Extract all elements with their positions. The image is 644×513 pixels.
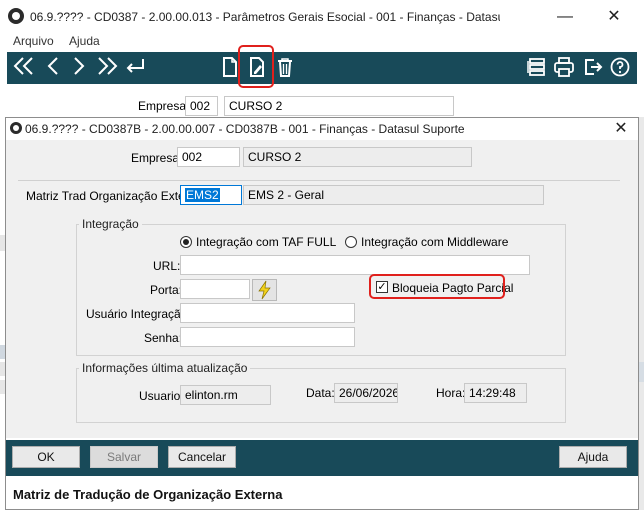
- porta-input[interactable]: [180, 279, 250, 299]
- atualizacao-legend: Informações última atualização: [79, 361, 251, 375]
- senha-input[interactable]: [180, 327, 355, 347]
- delete-icon[interactable]: [272, 56, 298, 80]
- minimize-icon[interactable]: —: [550, 6, 580, 28]
- parent-empresa-code: 002: [185, 96, 218, 116]
- last-record-icon[interactable]: [94, 56, 120, 80]
- goto-record-icon[interactable]: [122, 56, 148, 80]
- url-label: URL:: [153, 259, 181, 273]
- parent-empresa-name: CURSO 2: [224, 96, 454, 116]
- porta-label: Porta:: [150, 283, 183, 297]
- senha-label: Senha:: [144, 331, 183, 345]
- empresa-name-field: CURSO 2: [243, 147, 472, 167]
- help-icon[interactable]: [607, 56, 633, 80]
- data-label: Data:: [306, 386, 335, 400]
- first-record-icon[interactable]: [11, 56, 37, 80]
- hierarchy-icon[interactable]: [524, 56, 550, 80]
- parent-window-title: 06.9.???? - CD0387 - 2.00.00.013 - Parâm…: [30, 10, 500, 24]
- parent-window-edge: [639, 117, 644, 510]
- lightning-icon: [258, 280, 271, 300]
- separator: [18, 180, 620, 181]
- salvar-button[interactable]: Salvar: [90, 446, 158, 468]
- usuario-field: elinton.rm: [180, 385, 271, 405]
- empresa-label: Empresa:: [131, 151, 183, 165]
- menu-ajuda[interactable]: Ajuda: [69, 34, 100, 48]
- dialog-close-icon[interactable]: ✕: [608, 118, 634, 140]
- edit-button-highlight: [238, 45, 274, 88]
- parent-content-fragment: [639, 362, 644, 382]
- radio-taf-full[interactable]: [180, 236, 192, 248]
- app-logo-icon: [8, 8, 24, 24]
- data-field: 26/06/2026: [334, 383, 398, 403]
- dialog-title: 06.9.???? - CD0387B - 2.00.00.007 - CD03…: [25, 122, 465, 136]
- radio-middleware[interactable]: [345, 236, 357, 248]
- matriz-desc-field: EMS 2 - Geral: [243, 185, 544, 205]
- test-connection-button[interactable]: [252, 279, 277, 301]
- usuario-integracao-input[interactable]: [180, 303, 355, 323]
- url-input[interactable]: [180, 255, 530, 275]
- usuario-label: Usuario:: [139, 389, 184, 403]
- ajuda-button[interactable]: Ajuda: [559, 446, 627, 468]
- hora-label: Hora:: [436, 386, 466, 400]
- menu-arquivo[interactable]: Arquivo: [13, 34, 54, 48]
- matriz-label: Matriz Trad Organização Extern:: [26, 189, 199, 203]
- empresa-code-field: 002: [177, 147, 240, 167]
- ok-button[interactable]: OK: [12, 446, 80, 468]
- hora-field: 14:29:48: [464, 383, 527, 403]
- print-icon[interactable]: [551, 56, 577, 80]
- cancelar-button[interactable]: Cancelar: [168, 446, 236, 468]
- exit-icon[interactable]: [580, 56, 606, 80]
- radio-middleware-label[interactable]: Integração com Middleware: [361, 235, 508, 249]
- radio-taf-full-label[interactable]: Integração com TAF FULL: [196, 235, 336, 249]
- bloqueia-highlight: [369, 274, 505, 299]
- dialog-app-icon: [10, 122, 22, 134]
- matriz-code-input[interactable]: EMS2: [180, 185, 242, 205]
- next-record-icon[interactable]: [66, 56, 92, 80]
- close-icon[interactable]: ✕: [599, 6, 629, 28]
- parent-empresa-label: Empresa:: [138, 99, 190, 113]
- status-text: Matriz de Tradução de Organização Extern…: [13, 487, 283, 502]
- integracao-legend: Integração: [79, 217, 142, 231]
- usuario-integracao-label: Usuário Integração:: [86, 307, 191, 321]
- matriz-code-selected-text: EMS2: [185, 188, 220, 202]
- previous-record-icon[interactable]: [40, 56, 66, 80]
